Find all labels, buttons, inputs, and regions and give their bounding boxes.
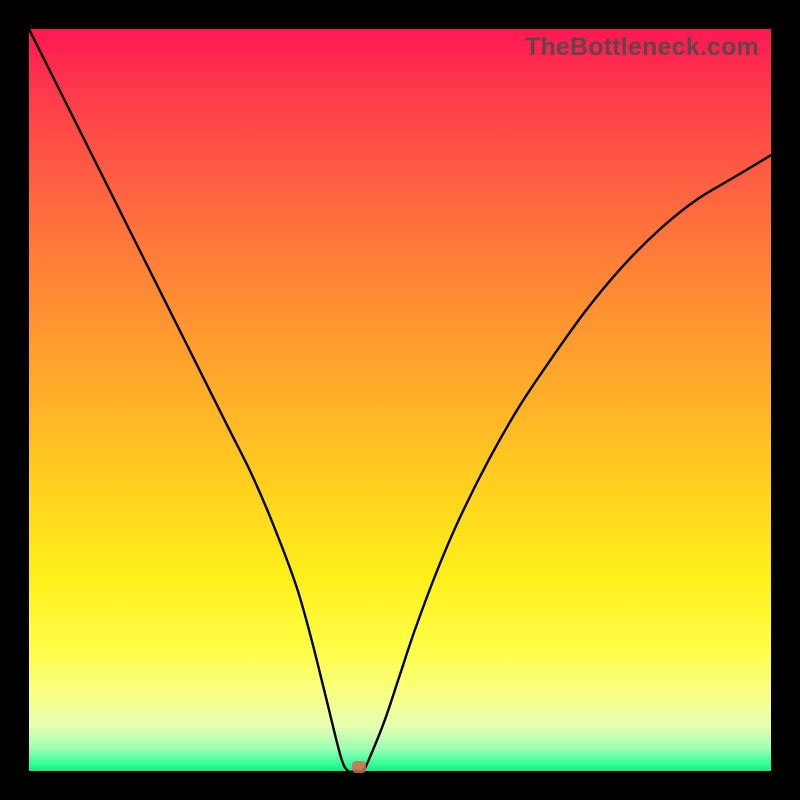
optimal-point-marker bbox=[352, 761, 366, 773]
bottleneck-curve bbox=[29, 29, 771, 771]
frame: TheBottleneck.com bbox=[0, 0, 800, 800]
plot-area: TheBottleneck.com bbox=[29, 29, 771, 771]
